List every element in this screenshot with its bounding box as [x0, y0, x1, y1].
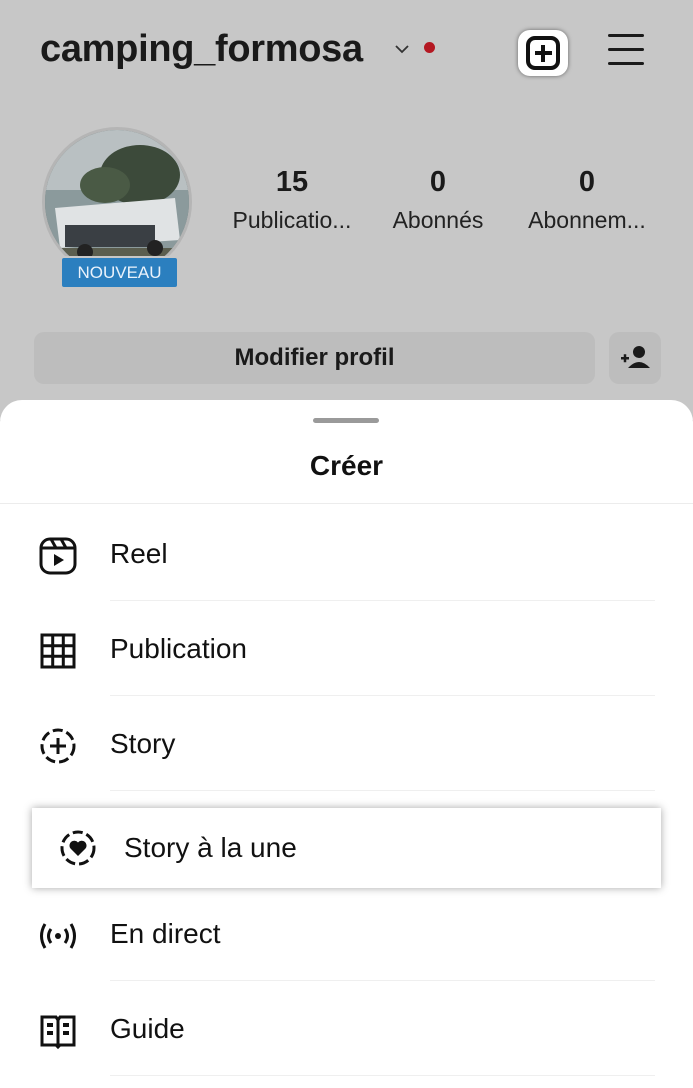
create-option-publication[interactable]: Publication: [0, 601, 693, 696]
create-option-reel[interactable]: Reel: [0, 506, 693, 601]
stat-posts-value: 15: [275, 166, 309, 198]
divider: [0, 503, 693, 504]
stat-posts-label: Publicatio...: [232, 207, 352, 233]
create-option-label: Story à la une: [124, 832, 297, 863]
edit-profile-button[interactable]: Modifier profil: [34, 332, 595, 384]
stat-following[interactable]: 0 Abonnem...: [516, 166, 658, 234]
stat-followers[interactable]: 0 Abonnés: [378, 166, 498, 234]
top-bar: camping_formosa: [0, 0, 693, 100]
story-add-icon: [40, 728, 76, 764]
create-button[interactable]: [518, 30, 568, 76]
notification-dot: [424, 42, 435, 53]
create-option-label: Guide: [110, 1013, 185, 1044]
create-option-label: En direct: [110, 918, 221, 949]
create-option-label: Story: [110, 728, 176, 759]
discover-people-button[interactable]: [609, 332, 661, 384]
profile-background: camping_formosa NOUVEAU 15 Publicatio...: [0, 0, 693, 420]
grid-icon: [40, 633, 76, 669]
hamburger-menu-icon[interactable]: [608, 34, 644, 68]
divider: [110, 1075, 655, 1076]
plus-square-icon: [526, 36, 560, 70]
create-option-label: Publication: [110, 633, 247, 664]
avatar[interactable]: [42, 127, 192, 277]
reel-icon: [39, 537, 77, 575]
create-bottom-sheet: Créer Reel Publication Story En direct G…: [0, 400, 693, 1088]
stat-posts[interactable]: 15 Publicatio...: [222, 166, 362, 234]
create-option-story-highlight[interactable]: Story à la une: [32, 808, 661, 888]
create-option-label: Reel: [110, 538, 168, 569]
create-option-guide[interactable]: Guide: [0, 981, 693, 1076]
sheet-drag-handle[interactable]: [313, 418, 379, 423]
create-option-live[interactable]: En direct: [0, 886, 693, 981]
highlight-heart-icon: [60, 830, 96, 866]
create-option-story[interactable]: Story: [0, 696, 693, 791]
stat-followers-label: Abonnés: [392, 207, 484, 233]
stat-followers-value: 0: [429, 166, 447, 198]
profile-username[interactable]: camping_formosa: [40, 28, 363, 71]
chevron-down-icon[interactable]: [393, 40, 411, 58]
new-badge: NOUVEAU: [60, 256, 179, 289]
stat-following-value: 0: [578, 166, 596, 198]
stat-following-label: Abonnem...: [528, 207, 646, 233]
live-icon: [40, 923, 76, 949]
divider: [110, 790, 655, 791]
sheet-title: Créer: [309, 450, 384, 481]
avatar-photo: [45, 130, 189, 274]
add-person-icon: [621, 346, 650, 368]
guide-book-icon: [40, 1015, 76, 1050]
